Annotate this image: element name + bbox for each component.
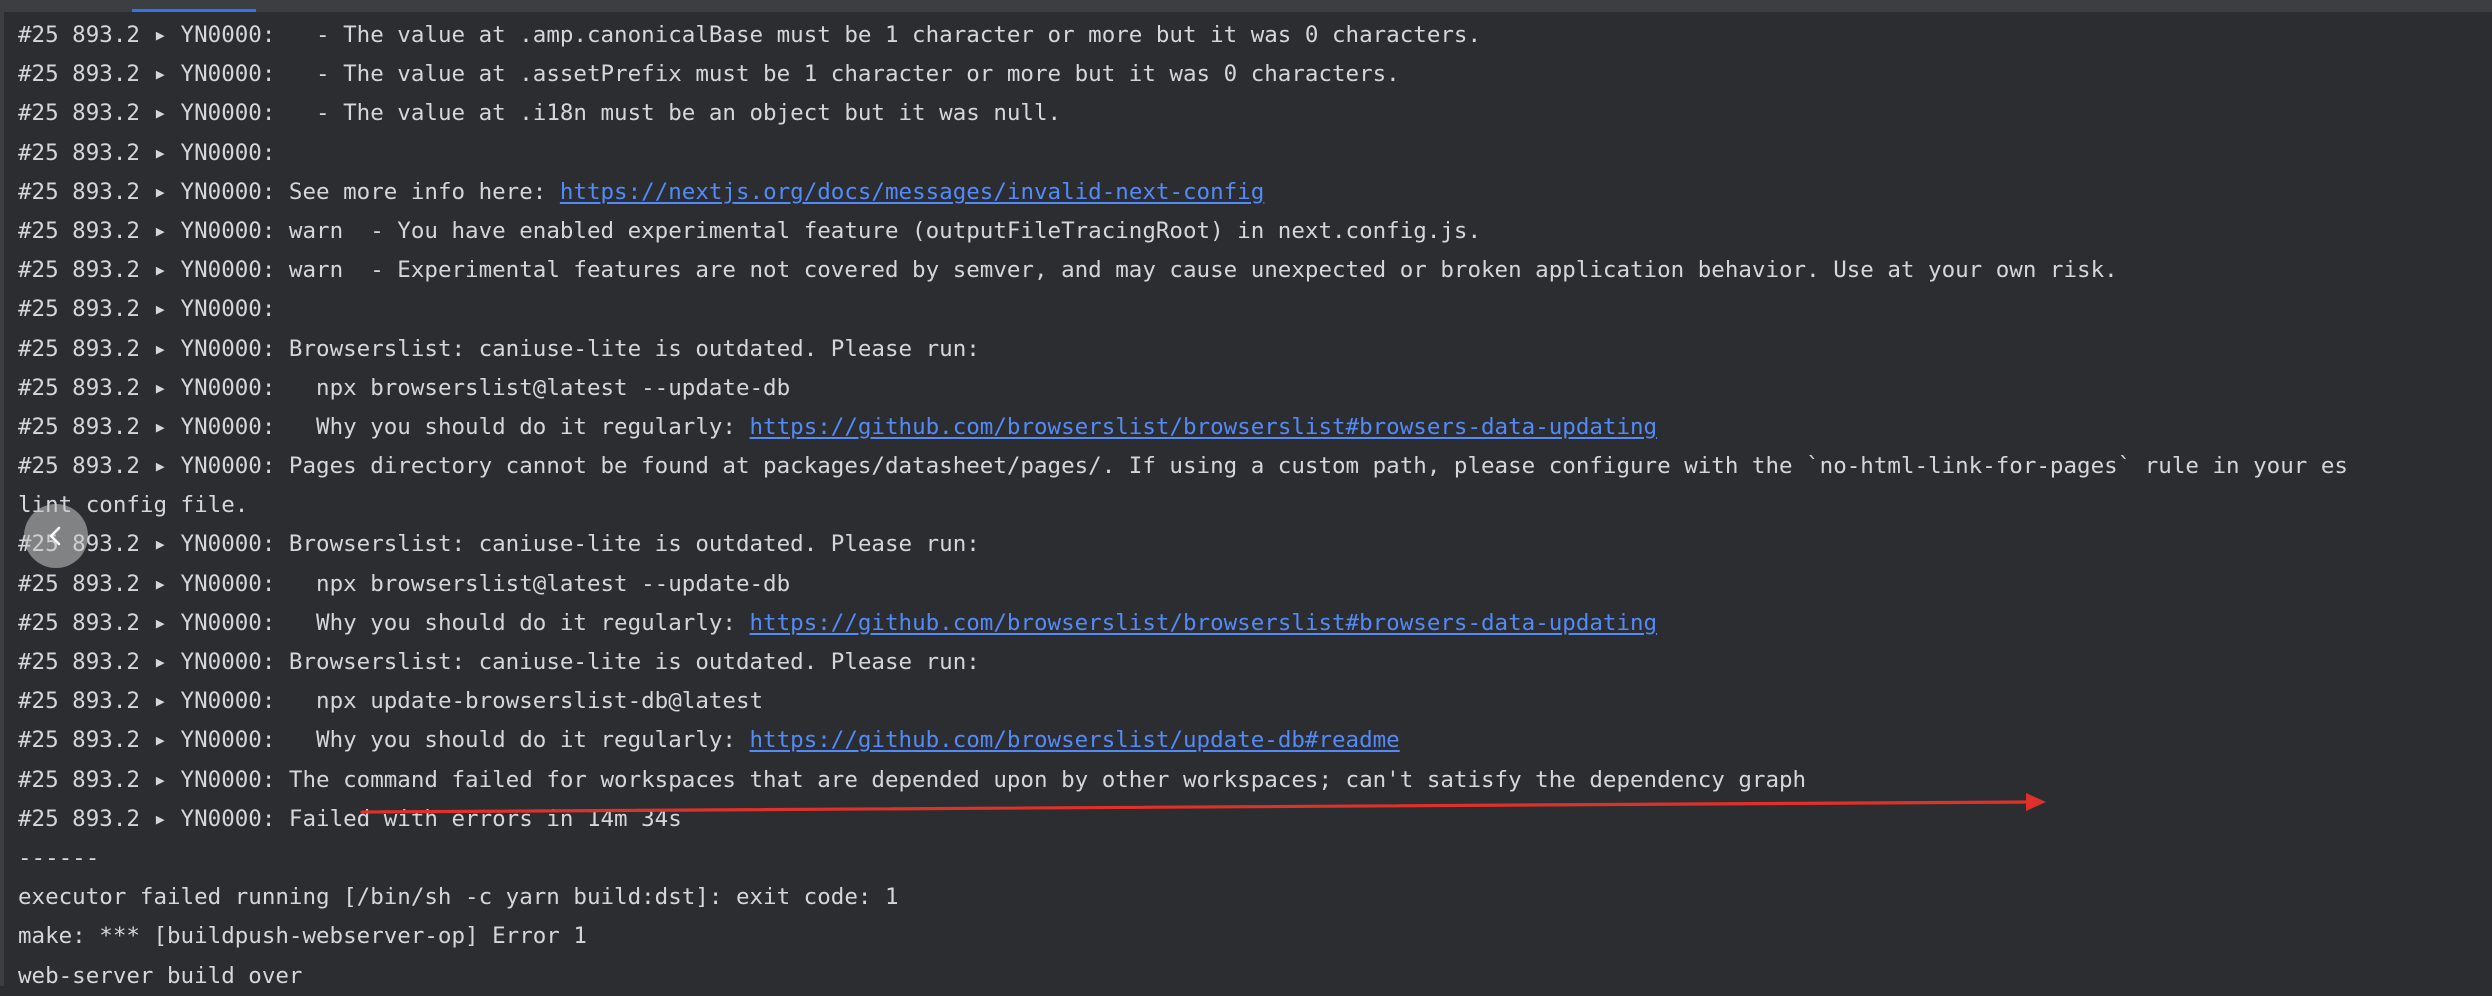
log-prefix: #25 893.2 ▸ YN0000: xyxy=(18,335,276,362)
tool-window-tab-bar xyxy=(0,0,2492,12)
log-prefix: #25 893.2 ▸ YN0000: xyxy=(18,766,276,793)
log-message: Why you should do it regularly: xyxy=(275,413,750,440)
console-line: #25 893.2 ▸ YN0000: npx browserslist@lat… xyxy=(18,565,2478,604)
chevron-left-icon xyxy=(49,526,61,546)
log-prefix: #25 893.2 ▸ YN0000: xyxy=(18,374,276,401)
log-link[interactable]: https://nextjs.org/docs/messages/invalid… xyxy=(560,179,1264,205)
log-prefix: #25 893.2 ▸ YN0000: xyxy=(18,413,276,440)
log-prefix: #25 893.2 ▸ YN0000: xyxy=(18,61,276,88)
collapse-button[interactable] xyxy=(24,504,88,568)
console-output[interactable]: #25 893.2 ▸ YN0000: - The value at .amp.… xyxy=(18,16,2478,996)
log-message: Failed with errors in 14m 34s xyxy=(275,805,682,832)
console-line: #25 893.2 ▸ YN0000: Pages directory cann… xyxy=(18,447,2478,486)
log-link[interactable]: https://github.com/browserslist/update-d… xyxy=(750,727,1400,753)
console-line: lint config file. xyxy=(18,486,2478,525)
console-line: make: *** [buildpush-webserver-op] Error… xyxy=(18,917,2478,956)
console-line: #25 893.2 ▸ YN0000: Browserslist: canius… xyxy=(18,330,2478,369)
log-prefix: #25 893.2 ▸ YN0000: xyxy=(18,217,276,244)
console-line: #25 893.2 ▸ YN0000: Failed with errors i… xyxy=(18,800,2478,839)
log-message: Browserslist: caniuse-lite is outdated. … xyxy=(275,335,980,362)
console-line: #25 893.2 ▸ YN0000: warn - Experimental … xyxy=(18,251,2478,290)
log-prefix: #25 893.2 ▸ YN0000: xyxy=(18,178,276,205)
console-line: #25 893.2 ▸ YN0000: - The value at .asse… xyxy=(18,55,2478,94)
log-message: The command failed for workspaces that a… xyxy=(275,766,1807,793)
console-line: #25 893.2 ▸ YN0000: warn - You have enab… xyxy=(18,212,2478,251)
console-line: executor failed running [/bin/sh -c yarn… xyxy=(18,878,2478,917)
console-line: #25 893.2 ▸ YN0000: xyxy=(18,290,2478,329)
log-message: Why you should do it regularly: xyxy=(275,609,750,636)
log-message: - The value at .i18n must be an object b… xyxy=(275,100,1062,127)
log-message: npx update-browserslist-db@latest xyxy=(275,688,764,715)
console-line: #25 893.2 ▸ YN0000: Why you should do it… xyxy=(18,408,2478,447)
console-line: #25 893.2 ▸ YN0000: xyxy=(18,134,2478,173)
log-prefix: #25 893.2 ▸ YN0000: xyxy=(18,609,276,636)
log-message: npx browserslist@latest --update-db xyxy=(275,374,791,401)
log-message: executor failed running [/bin/sh -c yarn… xyxy=(18,884,899,911)
log-message: Browserslist: caniuse-lite is outdated. … xyxy=(275,649,980,675)
console-line: #25 893.2 ▸ YN0000: - The value at .i18n… xyxy=(18,94,2478,133)
console-line: #25 893.2 ▸ YN0000: npx browserslist@lat… xyxy=(18,369,2478,408)
log-message: Pages directory cannot be found at packa… xyxy=(275,453,2348,480)
console-line: #25 893.2 ▸ YN0000: npx update-browsersl… xyxy=(18,682,2478,721)
console-line: #25 893.2 ▸ YN0000: Browserslist: canius… xyxy=(18,643,2478,682)
log-prefix: #25 893.2 ▸ YN0000: xyxy=(18,688,276,715)
log-message: ------ xyxy=(18,844,100,871)
log-message: Browserslist: caniuse-lite is outdated. … xyxy=(275,531,980,558)
log-prefix: #25 893.2 ▸ YN0000: xyxy=(18,649,276,675)
log-message: make: *** [buildpush-webserver-op] Error… xyxy=(18,923,587,950)
log-prefix: #25 893.2 ▸ YN0000: xyxy=(18,453,276,480)
console-line: #25 893.2 ▸ YN0000: Why you should do it… xyxy=(18,604,2478,643)
log-message: npx browserslist@latest --update-db xyxy=(275,570,791,597)
log-message: - The value at .assetPrefix must be 1 ch… xyxy=(275,61,1400,88)
log-prefix: #25 893.2 ▸ YN0000: xyxy=(18,805,276,832)
console-line: web-server build over xyxy=(18,957,2478,996)
console-line: #25 893.2 ▸ YN0000: - The value at .amp.… xyxy=(18,16,2478,55)
active-tab-indicator xyxy=(132,9,256,12)
log-link[interactable]: https://github.com/browserslist/browsers… xyxy=(750,414,1658,440)
log-message: See more info here: xyxy=(275,178,560,205)
log-prefix: #25 893.2 ▸ YN0000: xyxy=(18,257,276,284)
console-line: #25 893.2 ▸ YN0000: The command failed f… xyxy=(18,761,2478,800)
console-line: #25 893.2 ▸ YN0000: Browserslist: canius… xyxy=(18,525,2478,564)
console-line: #25 893.2 ▸ YN0000: Why you should do it… xyxy=(18,721,2478,760)
window-left-edge xyxy=(0,12,4,986)
log-prefix: #25 893.2 ▸ YN0000: xyxy=(18,296,276,323)
log-message: warn - Experimental features are not cov… xyxy=(275,257,2118,284)
console-line: #25 893.2 ▸ YN0000: See more info here: … xyxy=(18,173,2478,212)
log-message: Why you should do it regularly: xyxy=(275,727,750,754)
log-prefix: #25 893.2 ▸ YN0000: xyxy=(18,570,276,597)
log-prefix: #25 893.2 ▸ YN0000: xyxy=(18,22,276,48)
log-prefix: #25 893.2 ▸ YN0000: xyxy=(18,139,276,166)
console-line: ------ xyxy=(18,839,2478,878)
log-message: - The value at .amp.canonicalBase must b… xyxy=(275,22,1481,48)
log-prefix: #25 893.2 ▸ YN0000: xyxy=(18,100,276,127)
log-prefix: #25 893.2 ▸ YN0000: xyxy=(18,727,276,754)
log-message: web-server build over xyxy=(18,962,303,989)
log-link[interactable]: https://github.com/browserslist/browsers… xyxy=(750,610,1658,636)
log-message: warn - You have enabled experimental fea… xyxy=(275,217,1481,244)
